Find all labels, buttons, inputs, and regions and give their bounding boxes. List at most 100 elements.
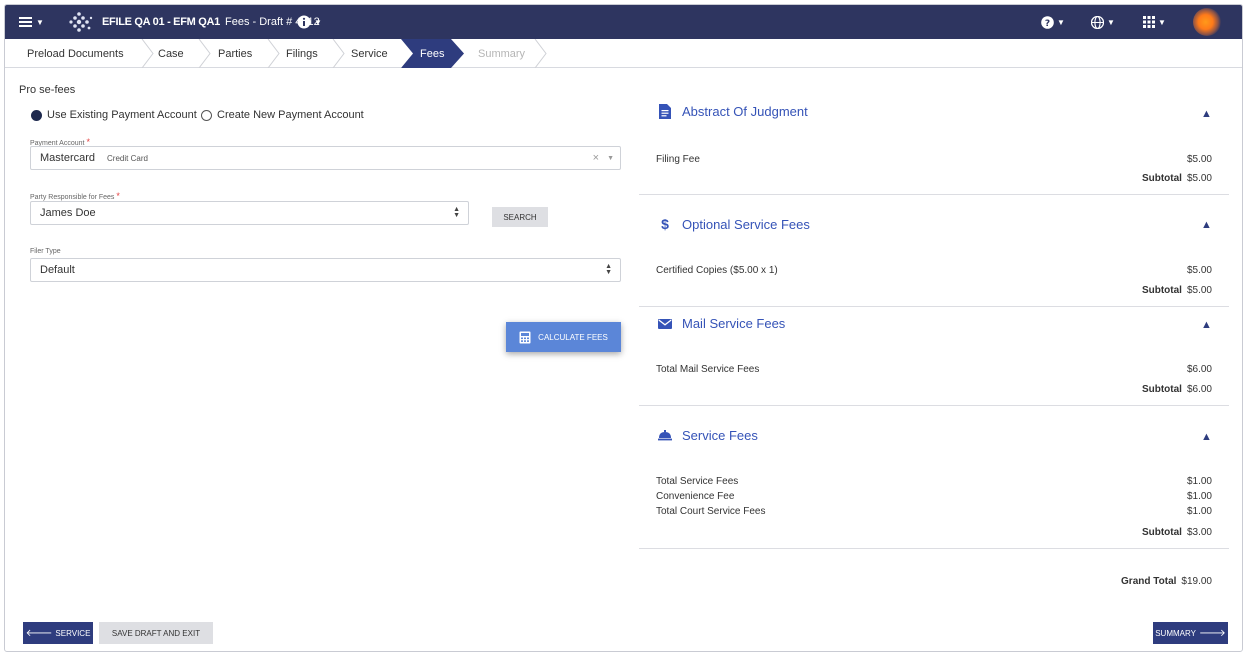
arrow-left-icon: 🡐 <box>25 628 53 639</box>
filer-type-select[interactable]: Default ▲ ▼ <box>30 258 621 282</box>
chevron-down-icon: ▼ <box>36 17 44 27</box>
radio-label: Create New Payment Account <box>217 109 364 121</box>
collapse-chevron-up-icon[interactable]: ▲ <box>1201 319 1212 331</box>
fee-subtotal: Subtotal $5.00 <box>656 173 1212 184</box>
grand-total-amount: $19.00 <box>1181 576 1212 587</box>
apps-grid-icon <box>1143 16 1155 28</box>
search-button[interactable]: SEARCH <box>492 207 548 227</box>
divider <box>639 548 1229 549</box>
divider <box>639 194 1229 195</box>
svg-text:?: ? <box>1045 19 1050 29</box>
collapse-chevron-up-icon[interactable]: ▲ <box>1201 108 1212 120</box>
chevron-down-icon: ▼ <box>1057 17 1065 27</box>
fee-line-amount: $1.00 <box>1186 491 1212 502</box>
fee-line-amount: $5.00 <box>1186 265 1212 276</box>
step-label: Case <box>158 47 184 60</box>
back-button-label: SERVICE <box>55 628 91 638</box>
dollar-icon: $ <box>661 216 669 232</box>
logo[interactable] <box>67 5 93 39</box>
clear-icon[interactable]: × <box>593 152 599 164</box>
subtotal-amount: $5.00 <box>1186 173 1212 184</box>
wizard-steps: Preload Documents Case Parties Filings S… <box>5 39 1242 68</box>
step-separator <box>401 39 413 68</box>
radio-use-existing-account[interactable]: Use Existing Payment Account <box>31 109 197 121</box>
step-separator <box>534 39 547 68</box>
fee-section-title: Service Fees <box>682 428 758 443</box>
fee-line: Total Court Service Fees $1.00 <box>656 506 1212 517</box>
payment-account-value: Mastercard <box>40 152 96 164</box>
radio-label: Use Existing Payment Account <box>47 109 197 121</box>
collapse-chevron-up-icon[interactable]: ▲ <box>1201 431 1212 443</box>
logo-icon <box>69 12 93 32</box>
brand-title: EFILE QA 01 - EFM QA1 <box>102 16 220 28</box>
step-service[interactable]: Service <box>351 39 403 68</box>
chevron-down-icon: ▼ <box>314 17 322 27</box>
divider <box>639 405 1229 406</box>
help-button[interactable]: ? ▼ <box>1041 5 1065 39</box>
step-parties[interactable]: Parties <box>218 39 270 68</box>
grand-total: Grand Total $19.00 <box>656 576 1212 587</box>
sort-arrows-icon: ▲ ▼ <box>605 263 612 276</box>
step-separator <box>267 39 280 68</box>
fee-line-amount: $6.00 <box>1186 364 1212 375</box>
radio-unchecked-icon <box>201 109 212 121</box>
fee-section-title: Mail Service Fees <box>682 316 786 331</box>
step-label: Preload Documents <box>27 47 124 60</box>
chevron-down-icon[interactable]: ▼ <box>607 155 614 162</box>
abstract-of-judgment-title: Abstract Of Judgment <box>656 104 808 119</box>
service-fees-title: Service Fees <box>656 428 758 443</box>
fee-line: Convenience Fee $1.00 <box>656 491 1212 502</box>
fee-line-label: Total Court Service Fees <box>656 506 766 517</box>
main-menu-button[interactable]: ▼ <box>19 5 44 39</box>
fee-line-label: Certified Copies ($5.00 x 1) <box>656 265 778 276</box>
language-button[interactable]: ▼ <box>1091 5 1115 39</box>
fee-line: Filing Fee $5.00 <box>656 154 1212 165</box>
info-button[interactable]: ▼ <box>297 5 322 39</box>
save-draft-and-exit-button[interactable]: SAVE DRAFT AND EXIT <box>99 622 213 644</box>
calculate-fees-button[interactable]: CALCULATE FEES <box>506 322 621 352</box>
avatar-image <box>1193 8 1221 36</box>
party-responsible-select[interactable]: James Doe ▲ ▼ <box>30 201 469 225</box>
step-preload-documents[interactable]: Preload Documents <box>17 39 143 68</box>
next-summary-button[interactable]: SUMMARY 🡒 <box>1153 622 1228 644</box>
subtotal-label: Subtotal <box>1141 527 1182 538</box>
step-separator <box>141 39 154 68</box>
help-icon: ? <box>1041 15 1054 29</box>
radio-create-new-account[interactable]: Create New Payment Account <box>201 109 364 121</box>
fee-line: Total Mail Service Fees $6.00 <box>656 364 1212 375</box>
fee-line-label: Total Service Fees <box>656 476 739 487</box>
fee-line: Total Service Fees $1.00 <box>656 476 1212 487</box>
arrow-right-icon: 🡒 <box>1198 628 1226 639</box>
top-navigation-bar: ▼ EFILE QA 01 - EFM QA1 Fees - Draft # 4… <box>5 5 1242 39</box>
step-filings[interactable]: Filings <box>286 39 336 68</box>
subtotal-label: Subtotal <box>1141 285 1182 296</box>
fee-line-label: Total Mail Service Fees <box>656 364 760 375</box>
fee-subtotal: Subtotal $6.00 <box>656 384 1212 395</box>
step-label: Fees <box>420 47 445 60</box>
hamburger-menu-icon <box>19 17 32 27</box>
step-label: Summary <box>478 47 526 60</box>
radio-checked-icon <box>31 109 42 121</box>
fee-section-title: Abstract Of Judgment <box>682 104 808 119</box>
payment-account-select[interactable]: Mastercard Credit Card × ▼ <box>30 146 621 170</box>
divider <box>639 306 1229 307</box>
fee-line-amount: $5.00 <box>1186 154 1212 165</box>
fee-subtotal: Subtotal $5.00 <box>656 285 1212 296</box>
app-frame: ▼ EFILE QA 01 - EFM QA1 Fees - Draft # 4… <box>4 4 1243 652</box>
chevron-down-icon: ▼ <box>1158 17 1166 27</box>
select-controls: × ▼ <box>593 147 614 169</box>
info-icon <box>297 15 311 29</box>
next-button-label: SUMMARY <box>1155 628 1196 638</box>
chevron-down-icon: ▼ <box>1107 17 1115 27</box>
step-label: Service <box>351 47 388 60</box>
back-service-button[interactable]: 🡐 SERVICE <box>23 622 93 644</box>
field-label-text: Party Responsible for Fees <box>30 194 115 201</box>
envelope-icon <box>656 318 674 329</box>
collapse-chevron-up-icon[interactable]: ▲ <box>1201 219 1212 231</box>
subtotal-amount: $5.00 <box>1186 285 1212 296</box>
apps-button[interactable]: ▼ <box>1143 5 1166 39</box>
avatar[interactable] <box>1193 5 1221 39</box>
app-title: EFILE QA 01 - EFM QA1 Fees - Draft # 431… <box>102 5 320 39</box>
step-separator <box>332 39 345 68</box>
subtotal-amount: $3.00 <box>1186 527 1212 538</box>
